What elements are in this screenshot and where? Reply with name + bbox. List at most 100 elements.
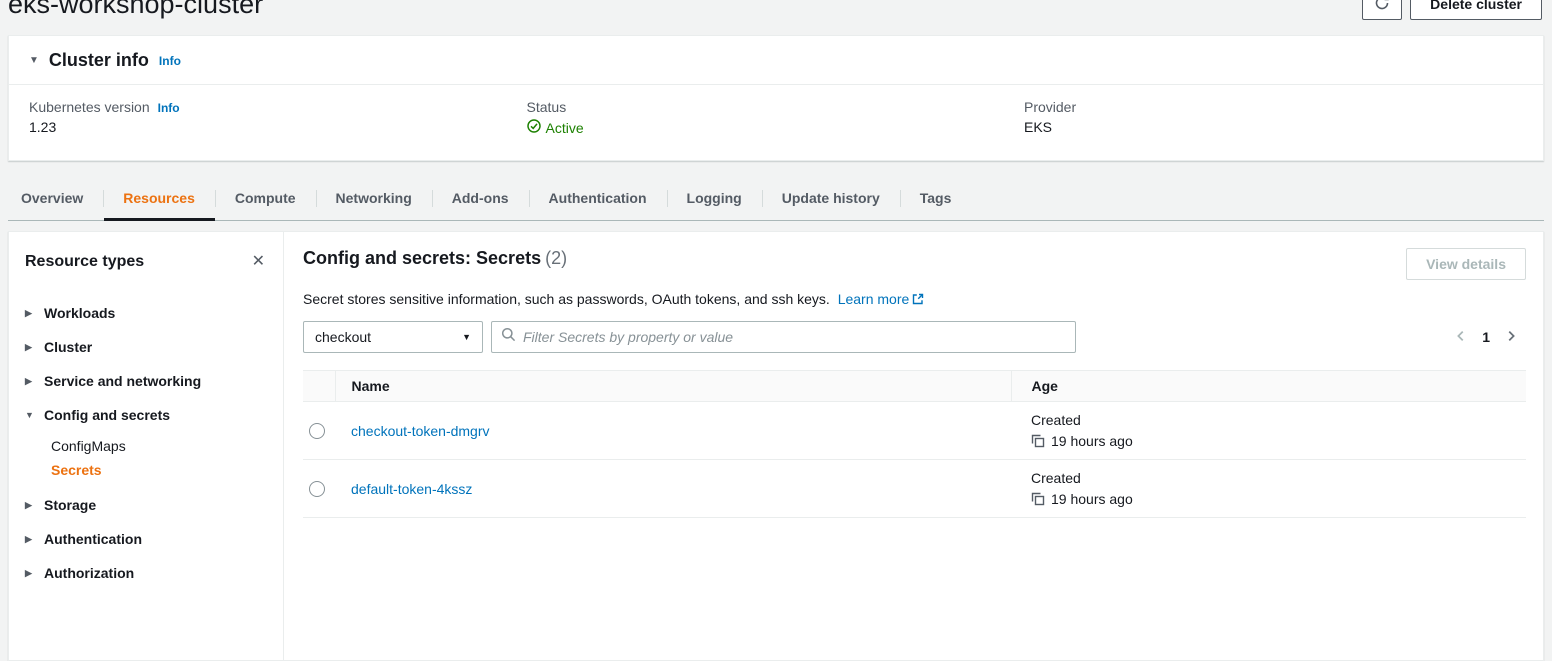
sidebar-item-authorization[interactable]: ▶ Authorization <box>9 556 283 590</box>
created-label: Created <box>1031 470 1526 486</box>
sidebar-item-authentication[interactable]: ▶ Authentication <box>9 522 283 556</box>
cluster-info-header: ▼ Cluster info Info <box>9 36 1543 85</box>
copy-icon[interactable] <box>1031 434 1045 448</box>
search-box <box>491 321 1076 353</box>
check-circle-icon <box>527 119 541 136</box>
table-row: checkout-token-dmgrv Created 19 hours ag… <box>303 402 1526 460</box>
caret-down-icon[interactable]: ▼ <box>29 55 39 66</box>
sidebar-item-label: Storage <box>44 497 96 513</box>
search-input[interactable] <box>523 329 1066 345</box>
kubernetes-version-field: Kubernetes version Info 1.23 <box>29 99 527 136</box>
learn-more-link[interactable]: Learn more <box>838 291 925 307</box>
filter-dropdown-value: checkout <box>315 329 371 345</box>
cluster-info-panel: ▼ Cluster info Info Kubernetes version I… <box>8 35 1544 161</box>
caret-right-icon: ▶ <box>25 500 35 511</box>
sidebar-item-label: Authentication <box>44 531 142 547</box>
secrets-description: Secret stores sensitive information, suc… <box>303 291 1526 308</box>
age-value: 19 hours ago <box>1051 433 1133 449</box>
kubernetes-version-info-link[interactable]: Info <box>158 101 180 115</box>
name-column-header: Name <box>335 371 1011 402</box>
caret-right-icon: ▶ <box>25 568 35 579</box>
secrets-count: (2) <box>545 248 567 268</box>
status-label: Status <box>527 99 567 115</box>
status-badge: Active <box>527 119 584 136</box>
sidebar-item-label: Service and networking <box>44 373 201 389</box>
age-column-header: Age <box>1011 371 1526 402</box>
tab-logging[interactable]: Logging <box>667 177 762 220</box>
external-link-icon <box>912 292 924 308</box>
sidebar-item-label: Workloads <box>44 305 115 321</box>
page-header: eks-workshop-cluster Delete cluster <box>8 0 1542 21</box>
tab-authentication[interactable]: Authentication <box>529 177 667 220</box>
tab-add-ons[interactable]: Add-ons <box>432 177 529 220</box>
header-actions: Delete cluster <box>1362 0 1542 20</box>
sidebar-item-service-and-networking[interactable]: ▶ Service and networking <box>9 364 283 398</box>
learn-more-text: Learn more <box>838 291 910 307</box>
sidebar-item-label: Config and secrets <box>44 407 170 423</box>
sidebar-item-storage[interactable]: ▶ Storage <box>9 488 283 522</box>
created-label: Created <box>1031 412 1526 428</box>
kubernetes-version-value: 1.23 <box>29 119 527 135</box>
sidebar-item-label: Cluster <box>44 339 92 355</box>
pagination-page-1[interactable]: 1 <box>1482 329 1490 345</box>
secret-link[interactable]: checkout-token-dmgrv <box>351 423 490 439</box>
age-value: 19 hours ago <box>1051 491 1133 507</box>
provider-value: EKS <box>1024 119 1522 135</box>
filter-dropdown[interactable]: checkout ▼ <box>303 321 483 353</box>
refresh-icon <box>1374 0 1390 14</box>
status-value: Active <box>546 120 584 136</box>
search-icon <box>501 327 516 347</box>
tab-overview[interactable]: Overview <box>8 177 103 220</box>
caret-right-icon: ▶ <box>25 534 35 545</box>
tab-compute[interactable]: Compute <box>215 177 316 220</box>
sidebar-title: Resource types <box>25 253 144 271</box>
caret-right-icon: ▶ <box>25 308 35 319</box>
cluster-info-info-link[interactable]: Info <box>159 54 181 68</box>
tab-tags[interactable]: Tags <box>900 177 972 220</box>
caret-down-icon: ▼ <box>25 410 35 420</box>
pagination-prev-button[interactable] <box>1452 327 1470 348</box>
row-radio-button[interactable] <box>309 481 325 497</box>
tab-networking[interactable]: Networking <box>316 177 432 220</box>
secret-link[interactable]: default-token-4kssz <box>351 481 472 497</box>
cluster-tabs: Overview Resources Compute Networking Ad… <box>8 177 1544 221</box>
status-field: Status Active <box>527 99 1025 136</box>
sidebar-item-secrets[interactable]: Secrets <box>9 458 283 482</box>
tab-update-history[interactable]: Update history <box>762 177 900 220</box>
copy-icon[interactable] <box>1031 492 1045 506</box>
cluster-info-body: Kubernetes version Info 1.23 Status Acti… <box>9 85 1543 160</box>
sidebar-item-config-and-secrets[interactable]: ▼ Config and secrets <box>9 398 283 432</box>
config-and-secrets-children: ConfigMaps Secrets <box>9 432 283 488</box>
sidebar-item-configmaps[interactable]: ConfigMaps <box>9 434 283 458</box>
table-row: default-token-4kssz Created 19 hours ago <box>303 460 1526 518</box>
sidebar-item-cluster[interactable]: ▶ Cluster <box>9 330 283 364</box>
delete-cluster-button[interactable]: Delete cluster <box>1410 0 1542 20</box>
row-radio-button[interactable] <box>309 423 325 439</box>
page-title: eks-workshop-cluster <box>8 0 263 20</box>
sidebar-item-workloads[interactable]: ▶ Workloads <box>9 296 283 330</box>
chevron-down-icon: ▼ <box>462 332 471 342</box>
provider-label: Provider <box>1024 99 1076 115</box>
secrets-section-title: Config and secrets: Secrets(2) <box>303 248 567 269</box>
caret-right-icon: ▶ <box>25 342 35 353</box>
secrets-table: Name Age checkout-token-dmgrv Created 19… <box>303 370 1526 518</box>
selection-column-header <box>303 371 335 402</box>
kubernetes-version-label: Kubernetes version <box>29 99 150 115</box>
view-details-button[interactable]: View details <box>1406 248 1526 280</box>
table-header-row: Name Age <box>303 371 1526 402</box>
provider-field: Provider EKS <box>1024 99 1522 136</box>
secrets-title-text: Config and secrets: Secrets <box>303 248 541 268</box>
pagination-next-button[interactable] <box>1502 327 1520 348</box>
caret-right-icon: ▶ <box>25 376 35 387</box>
pagination: 1 <box>1452 327 1526 348</box>
refresh-button[interactable] <box>1362 0 1402 20</box>
chevron-left-icon <box>1454 329 1468 346</box>
resources-panel: Resource types ✕ ▶ Workloads ▶ Cluster ▶… <box>8 231 1544 661</box>
resource-types-sidebar: Resource types ✕ ▶ Workloads ▶ Cluster ▶… <box>9 232 284 660</box>
close-icon[interactable]: ✕ <box>250 252 267 272</box>
resource-types-tree: ▶ Workloads ▶ Cluster ▶ Service and netw… <box>9 288 283 590</box>
secrets-description-text: Secret stores sensitive information, suc… <box>303 291 830 307</box>
cluster-info-title: Cluster info <box>49 50 149 71</box>
secrets-main: Config and secrets: Secrets(2) View deta… <box>284 232 1543 660</box>
tab-resources[interactable]: Resources <box>103 177 215 220</box>
